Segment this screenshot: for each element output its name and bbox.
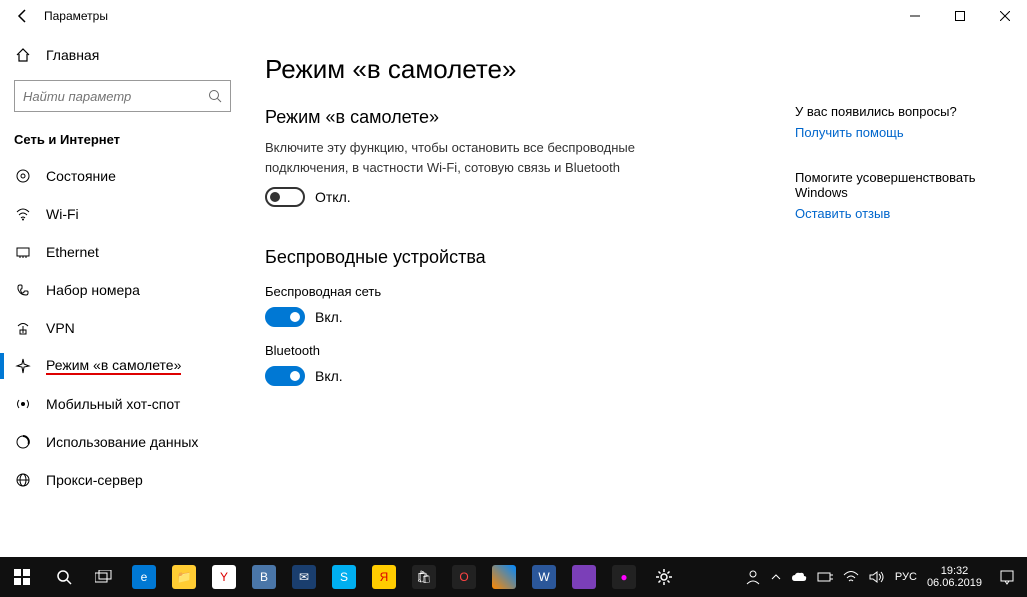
search-icon [208, 89, 222, 103]
datausage-icon [14, 434, 32, 450]
taskbar-edge[interactable]: e [124, 557, 164, 597]
bluetooth-toggle-row: Вкл. [265, 366, 795, 386]
content: Режим «в самолете» Режим «в самолете» Вк… [245, 32, 1027, 557]
help-column: У вас появились вопросы? Получить помощь… [795, 54, 1015, 557]
tray-clock[interactable]: 19:32 06.06.2019 [922, 557, 987, 597]
sidebar-item-label: Wi-Fi [46, 206, 79, 222]
help-link[interactable]: Получить помощь [795, 125, 1015, 140]
sidebar-item-label: Использование данных [46, 434, 198, 450]
titlebar: Параметры [0, 0, 1027, 32]
hotspot-icon [14, 396, 32, 412]
sidebar-item-label: Мобильный хот-спот [46, 396, 180, 412]
sidebar-item-label: Режим «в самолете» [46, 357, 181, 375]
wifi-toggle-state: Вкл. [315, 309, 343, 325]
sidebar-item-vpn[interactable]: VPN [0, 309, 245, 347]
sidebar-item-label: Набор номера [46, 282, 140, 298]
taskbar-yandex2[interactable]: Я [364, 557, 404, 597]
wifi-icon [14, 206, 32, 222]
sidebar-item-ethernet[interactable]: Ethernet [0, 233, 245, 271]
status-icon [14, 168, 32, 184]
back-button[interactable] [12, 5, 34, 27]
airplane-toggle-row: Откл. [265, 187, 795, 207]
tray-volume-icon[interactable] [864, 557, 890, 597]
tray-language[interactable]: РУС [890, 557, 922, 597]
tray-wifi-icon[interactable] [838, 557, 864, 597]
window-title: Параметры [44, 9, 108, 23]
airplane-toggle[interactable] [265, 187, 305, 207]
taskbar-yandex[interactable]: Y [204, 557, 244, 597]
sidebar-home-label: Главная [46, 47, 99, 63]
sidebar-item-wifi[interactable]: Wi-Fi [0, 195, 245, 233]
sidebar-item-label: VPN [46, 320, 75, 336]
taskbar-search[interactable] [44, 557, 84, 597]
airplane-toggle-state: Откл. [315, 189, 351, 205]
sidebar-category: Сеть и Интернет [0, 126, 245, 157]
wifi-label: Беспроводная сеть [265, 284, 795, 299]
window-controls [892, 1, 1027, 31]
minimize-button[interactable] [892, 1, 937, 31]
main: Главная Сеть и Интернет Состояние Wi-Fi … [0, 32, 1027, 557]
sidebar-item-label: Ethernet [46, 244, 99, 260]
tray-onedrive-icon[interactable] [786, 557, 812, 597]
taskbar-settings[interactable] [644, 557, 684, 597]
taskbar-mail[interactable]: ✉ [284, 557, 324, 597]
search-input[interactable] [23, 89, 208, 104]
proxy-icon [14, 472, 32, 488]
section-wireless-title: Беспроводные устройства [265, 247, 795, 268]
taskbar-vk[interactable]: B [244, 557, 284, 597]
taskbar-app2[interactable] [564, 557, 604, 597]
taskbar-store[interactable]: 🛍 [404, 557, 444, 597]
page-title: Режим «в самолете» [265, 54, 795, 85]
tray-date: 06.06.2019 [927, 577, 982, 589]
taskbar-app1[interactable] [484, 557, 524, 597]
close-button[interactable] [982, 1, 1027, 31]
start-button[interactable] [0, 557, 44, 597]
vpn-icon [14, 320, 32, 336]
tray-network-icon[interactable] [812, 557, 838, 597]
taskbar-word[interactable]: W [524, 557, 564, 597]
sidebar-item-datausage[interactable]: Использование данных [0, 423, 245, 461]
tray-time: 19:32 [941, 565, 969, 577]
airplane-description: Включите эту функцию, чтобы остановить в… [265, 138, 665, 177]
sidebar-item-label: Состояние [46, 168, 116, 184]
help-question: У вас появились вопросы? [795, 104, 1015, 119]
tray-people-icon[interactable] [740, 557, 766, 597]
taskbar-opera[interactable]: O [444, 557, 484, 597]
taskbar-tray: РУС 19:32 06.06.2019 [740, 557, 1027, 597]
dialup-icon [14, 282, 32, 298]
home-icon [14, 47, 32, 63]
sidebar-item-dialup[interactable]: Набор номера [0, 271, 245, 309]
sidebar-item-hotspot[interactable]: Мобильный хот-спот [0, 385, 245, 423]
taskbar: e 📁 Y B ✉ S Я 🛍 O W ● РУС 19:32 06.06.20… [0, 557, 1027, 597]
feedback-text: Помогите усовершенствовать Windows [795, 170, 1015, 200]
maximize-button[interactable] [937, 1, 982, 31]
sidebar-home[interactable]: Главная [0, 38, 245, 72]
sidebar-item-proxy[interactable]: Прокси-сервер [0, 461, 245, 499]
tray-notifications[interactable] [987, 557, 1027, 597]
sidebar-item-status[interactable]: Состояние [0, 157, 245, 195]
taskbar-explorer[interactable]: 📁 [164, 557, 204, 597]
taskbar-skype[interactable]: S [324, 557, 364, 597]
settings-column: Режим «в самолете» Режим «в самолете» Вк… [265, 54, 795, 557]
airplane-icon [14, 358, 32, 374]
search-box[interactable] [14, 80, 231, 112]
wifi-toggle[interactable] [265, 307, 305, 327]
ethernet-icon [14, 244, 32, 260]
bluetooth-label: Bluetooth [265, 343, 795, 358]
bluetooth-toggle[interactable] [265, 366, 305, 386]
section-airplane-title: Режим «в самолете» [265, 107, 795, 128]
feedback-link[interactable]: Оставить отзыв [795, 206, 1015, 221]
taskview-button[interactable] [84, 557, 124, 597]
sidebar-item-airplane[interactable]: Режим «в самолете» [0, 347, 245, 385]
sidebar-item-label: Прокси-сервер [46, 472, 143, 488]
tray-chevron-up-icon[interactable] [766, 557, 786, 597]
sidebar: Главная Сеть и Интернет Состояние Wi-Fi … [0, 32, 245, 557]
taskbar-app3[interactable]: ● [604, 557, 644, 597]
bluetooth-toggle-state: Вкл. [315, 368, 343, 384]
wifi-toggle-row: Вкл. [265, 307, 795, 327]
